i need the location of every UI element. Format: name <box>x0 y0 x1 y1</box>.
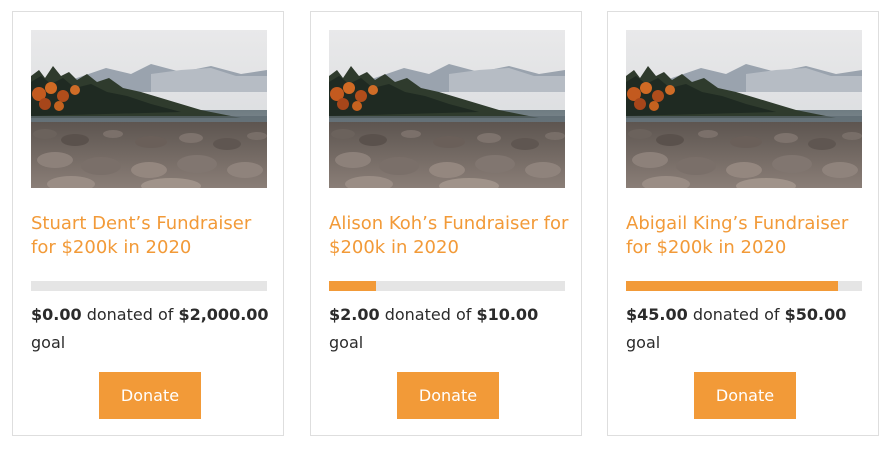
donated-of-text: donated of <box>379 305 477 324</box>
progress-bar <box>31 281 267 291</box>
goal-amount: $2,000.00 <box>178 305 269 324</box>
donate-button[interactable]: Donate <box>694 372 796 419</box>
donated-amount: $0.00 <box>31 305 82 324</box>
progress-fill <box>329 281 377 291</box>
progress-bar <box>626 281 862 291</box>
donation-summary: $45.00 donated of $50.00 goal <box>626 301 866 357</box>
donate-button[interactable]: Donate <box>397 372 499 419</box>
goal-text: goal <box>31 333 66 352</box>
fundraiser-card: Stuart Dent’s Fundraiser for $200k in 20… <box>12 11 284 436</box>
goal-amount: $10.00 <box>476 305 539 324</box>
donate-button[interactable]: Donate <box>99 372 201 419</box>
fundraiser-cards: Stuart Dent’s Fundraiser for $200k in 20… <box>0 0 893 449</box>
progress-bar <box>329 281 565 291</box>
goal-text: goal <box>329 333 364 352</box>
donation-summary: $0.00 donated of $2,000.00 goal <box>31 301 271 357</box>
goal-amount: $50.00 <box>784 305 847 324</box>
fundraiser-card: Abigail King’s Fundraiser for $200k in 2… <box>607 11 879 436</box>
donated-of-text: donated of <box>687 305 785 324</box>
donated-amount: $2.00 <box>329 305 380 324</box>
fundraiser-photo[interactable] <box>626 30 862 188</box>
fundraiser-title[interactable]: Abigail King’s Fundraiser for $200k in 2… <box>626 212 866 260</box>
fundraiser-card: Alison Koh’s Fundraiser for $200k in 202… <box>310 11 582 436</box>
donation-summary: $2.00 donated of $10.00 goal <box>329 301 569 357</box>
fundraiser-title[interactable]: Stuart Dent’s Fundraiser for $200k in 20… <box>31 212 271 260</box>
fundraiser-photo[interactable] <box>31 30 267 188</box>
progress-fill <box>626 281 839 291</box>
fundraiser-photo[interactable] <box>329 30 565 188</box>
donated-amount: $45.00 <box>626 305 688 324</box>
goal-text: goal <box>626 333 661 352</box>
fundraiser-title[interactable]: Alison Koh’s Fundraiser for $200k in 202… <box>329 212 569 260</box>
donated-of-text: donated of <box>81 305 179 324</box>
